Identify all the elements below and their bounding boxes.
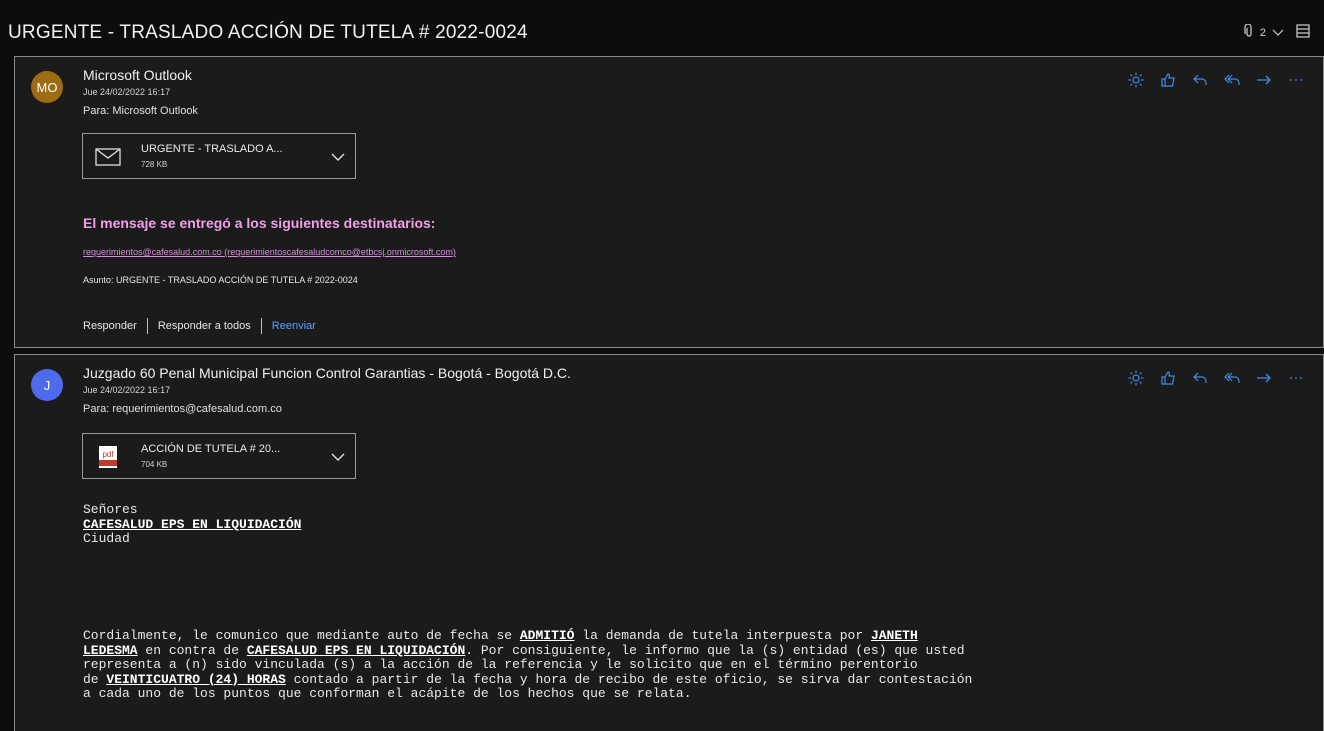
- recipient-link[interactable]: requerimientos@cafesalud.com.co (requeri…: [83, 247, 456, 257]
- sun-icon[interactable]: [1127, 369, 1145, 387]
- city: Ciudad: [83, 531, 130, 546]
- message-actions: [1127, 71, 1305, 89]
- greeting-block: Señores CAFESALUD EPS EN LIQUIDACIÓN Ciuda…: [83, 502, 302, 547]
- attachment-card[interactable]: URGENTE - TRASLADO A... 728 KB: [82, 133, 356, 179]
- delivery-subject: Asunto: URGENTE - TRASLADO ACCIÓN DE TUT…: [83, 275, 358, 285]
- sender-name[interactable]: Microsoft Outlook: [83, 67, 192, 83]
- more-icon[interactable]: [1287, 71, 1305, 89]
- attachment-card[interactable]: pdf ACCIÓN DE TUTELA # 20... 704 KB: [82, 433, 356, 479]
- avatar: J: [31, 369, 63, 401]
- message-date: Jue 24/02/2022 16:17: [83, 87, 171, 97]
- divider: [260, 318, 262, 334]
- message-actions: [1127, 369, 1305, 387]
- more-icon[interactable]: [1287, 369, 1305, 387]
- body-line: de VEINTICUATRO (24) HORAS contado a par…: [83, 671, 973, 687]
- addressee: CAFESALUD EPS EN LIQUIDACIÓN: [83, 516, 302, 532]
- message-body: Cordialmente, le comunico que mediante a…: [83, 628, 973, 702]
- reply-link[interactable]: Responder: [83, 320, 137, 332]
- chevron-down-icon[interactable]: [329, 448, 347, 466]
- avatar: MO: [31, 71, 63, 103]
- thread-header: URGENTE - TRASLADO ACCIÓN DE TUTELA # 20…: [0, 0, 1324, 56]
- reply-all-icon[interactable]: [1223, 71, 1241, 89]
- message-card-juzgado[interactable]: J Juzgado 60 Penal Municipal Funcion Con…: [14, 354, 1324, 731]
- reply-bar: Responder Responder a todos Reenviar: [83, 318, 316, 334]
- reply-icon[interactable]: [1191, 71, 1209, 89]
- chevron-down-icon[interactable]: [329, 148, 347, 166]
- reply-all-icon[interactable]: [1223, 369, 1241, 387]
- attachment-count: 2: [1259, 26, 1266, 39]
- body-line: representa a (n) sido vinculada (s) a la…: [83, 657, 918, 672]
- attachment-name: URGENTE - TRASLADO A...: [141, 143, 283, 155]
- reply-icon[interactable]: [1191, 369, 1209, 387]
- thread-subject: URGENTE - TRASLADO ACCIÓN DE TUTELA # 20…: [8, 22, 528, 43]
- body-line: LEDESMA en contra de CAFESALUD EPS EN LI…: [83, 642, 965, 658]
- body-line: Cordialmente, le comunico que mediante a…: [83, 628, 918, 643]
- delivery-heading: El mensaje se entregó a los siguientes d…: [83, 215, 436, 231]
- svg-text:pdf: pdf: [102, 450, 114, 459]
- paperclip-icon[interactable]: [1244, 23, 1254, 41]
- pdf-icon: pdf: [95, 445, 121, 469]
- chevron-down-icon[interactable]: [1272, 26, 1284, 40]
- attachment-name: ACCIÓN DE TUTELA # 20...: [141, 443, 281, 455]
- divider: [146, 318, 148, 334]
- sender-name[interactable]: Juzgado 60 Penal Municipal Funcion Contr…: [83, 365, 571, 381]
- forward-icon[interactable]: [1255, 71, 1273, 89]
- thread-tools: 2: [1244, 23, 1310, 41]
- forward-icon[interactable]: [1255, 369, 1273, 387]
- body-line: a cada uno de los puntos que conforman e…: [83, 686, 692, 701]
- attachment-size: 704 KB: [141, 460, 168, 469]
- like-icon[interactable]: [1159, 369, 1177, 387]
- forward-link[interactable]: Reenviar: [272, 320, 316, 332]
- like-icon[interactable]: [1159, 71, 1177, 89]
- reply-all-link[interactable]: Responder a todos: [158, 320, 251, 332]
- salutation: Señores: [83, 502, 138, 517]
- message-card-outlook[interactable]: MO Microsoft Outlook Jue 24/02/2022 16:1…: [14, 56, 1324, 348]
- popout-icon[interactable]: [1296, 24, 1310, 41]
- envelope-icon: [95, 145, 121, 169]
- sun-icon[interactable]: [1127, 71, 1145, 89]
- recipient-line: Para: Microsoft Outlook: [83, 105, 198, 117]
- message-date: Jue 24/02/2022 16:17: [83, 385, 171, 395]
- recipient-line: Para: requerimientos@cafesalud.com.co: [83, 403, 282, 415]
- attachment-size: 728 KB: [141, 160, 168, 169]
